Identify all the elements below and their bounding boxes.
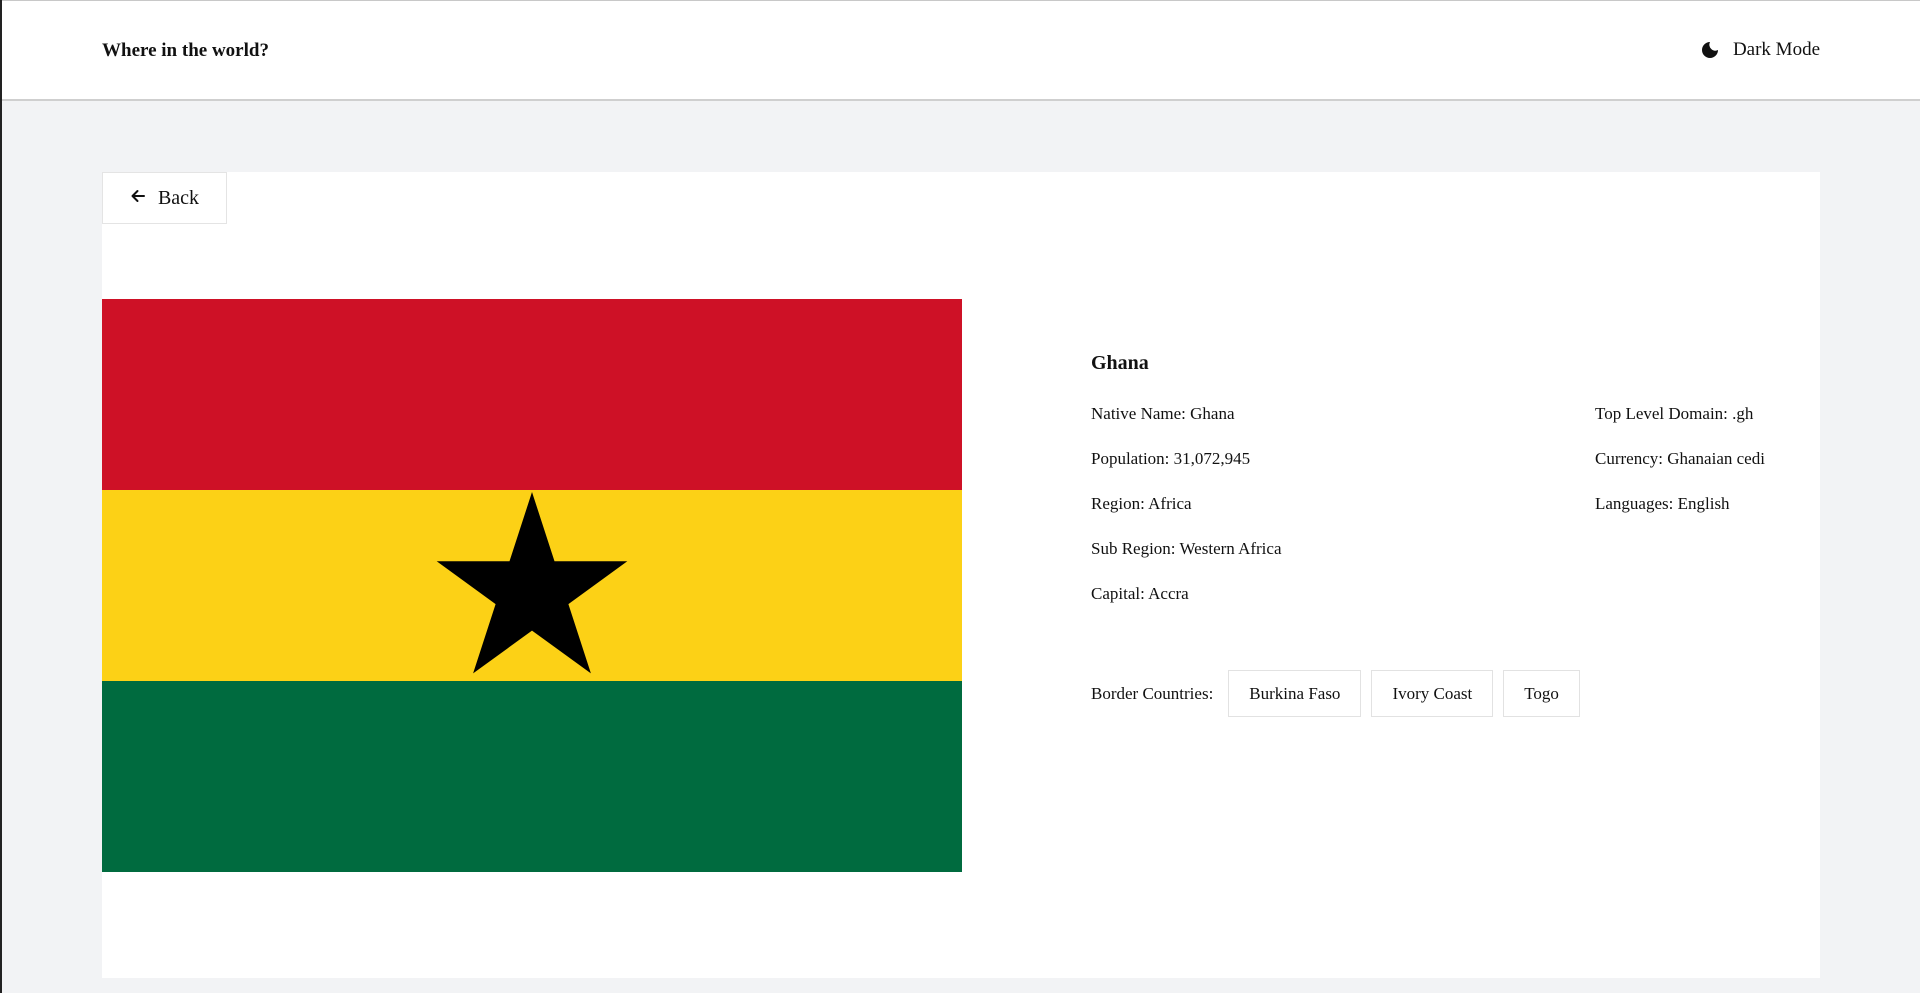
detail-value: Western Africa xyxy=(1179,539,1282,558)
dark-mode-label: Dark Mode xyxy=(1732,39,1820,60)
detail-label: Sub Region: xyxy=(1091,539,1176,558)
country-flag xyxy=(102,299,962,872)
detail-capital: Capital: Accra xyxy=(1091,584,1282,629)
detail-label: Top Level Domain: xyxy=(1595,404,1728,423)
moon-icon xyxy=(1701,41,1719,59)
detail-label: Capital: xyxy=(1091,584,1145,603)
detail-value: Accra xyxy=(1148,584,1189,603)
details-left-column: Native Name: Ghana Population: 31,072,94… xyxy=(1091,404,1282,629)
border-country-chip[interactable]: Burkina Faso xyxy=(1228,670,1362,717)
detail-value: Africa xyxy=(1148,494,1192,513)
detail-region: Region: Africa xyxy=(1091,494,1282,539)
detail-value: Ghanaian cedi xyxy=(1667,449,1765,468)
detail-population: Population: 31,072,945 xyxy=(1091,449,1282,494)
dark-mode-toggle[interactable]: Dark Mode xyxy=(1701,39,1820,61)
detail-sub-region: Sub Region: Western Africa xyxy=(1091,539,1282,584)
top-header: Where in the world? Dark Mode xyxy=(2,0,1920,101)
border-country-chip[interactable]: Togo xyxy=(1503,670,1580,717)
detail-value: English xyxy=(1677,494,1730,513)
detail-native-name: Native Name: Ghana xyxy=(1091,404,1282,449)
detail-value: 31,072,945 xyxy=(1173,449,1251,468)
back-label: Back xyxy=(157,186,200,209)
detail-label: Currency: xyxy=(1595,449,1663,468)
detail-languages: Languages: English xyxy=(1595,494,1765,539)
detail-top-level-domain: Top Level Domain: .gh xyxy=(1595,404,1765,449)
flag-green-stripe xyxy=(102,681,962,872)
country-name: Ghana xyxy=(1091,352,1149,374)
detail-label: Native Name: xyxy=(1091,404,1186,423)
country-detail-card: Back Ghana Native Name: Ghana Population… xyxy=(102,172,1820,978)
arrow-left-icon xyxy=(130,187,146,210)
detail-value: Ghana xyxy=(1190,404,1235,423)
details-right-column: Top Level Domain: .gh Currency: Ghanaian… xyxy=(1595,404,1765,539)
back-button[interactable]: Back xyxy=(102,172,227,224)
border-country-chip[interactable]: Ivory Coast xyxy=(1371,670,1494,717)
detail-value: .gh xyxy=(1732,404,1754,423)
window-edge xyxy=(0,0,2,993)
detail-label: Languages: xyxy=(1595,494,1674,513)
country-details: Ghana Native Name: Ghana Population: 31,… xyxy=(1091,352,1791,644)
border-countries-label: Border Countries: xyxy=(1091,683,1214,703)
border-countries: Border Countries: Burkina Faso Ivory Coa… xyxy=(1091,670,1590,717)
flag-red-stripe xyxy=(102,299,962,490)
detail-label: Region: xyxy=(1091,494,1145,513)
app-title: Where in the world? xyxy=(102,40,269,61)
detail-label: Population: xyxy=(1091,449,1170,468)
detail-currency: Currency: Ghanaian cedi xyxy=(1595,449,1765,494)
